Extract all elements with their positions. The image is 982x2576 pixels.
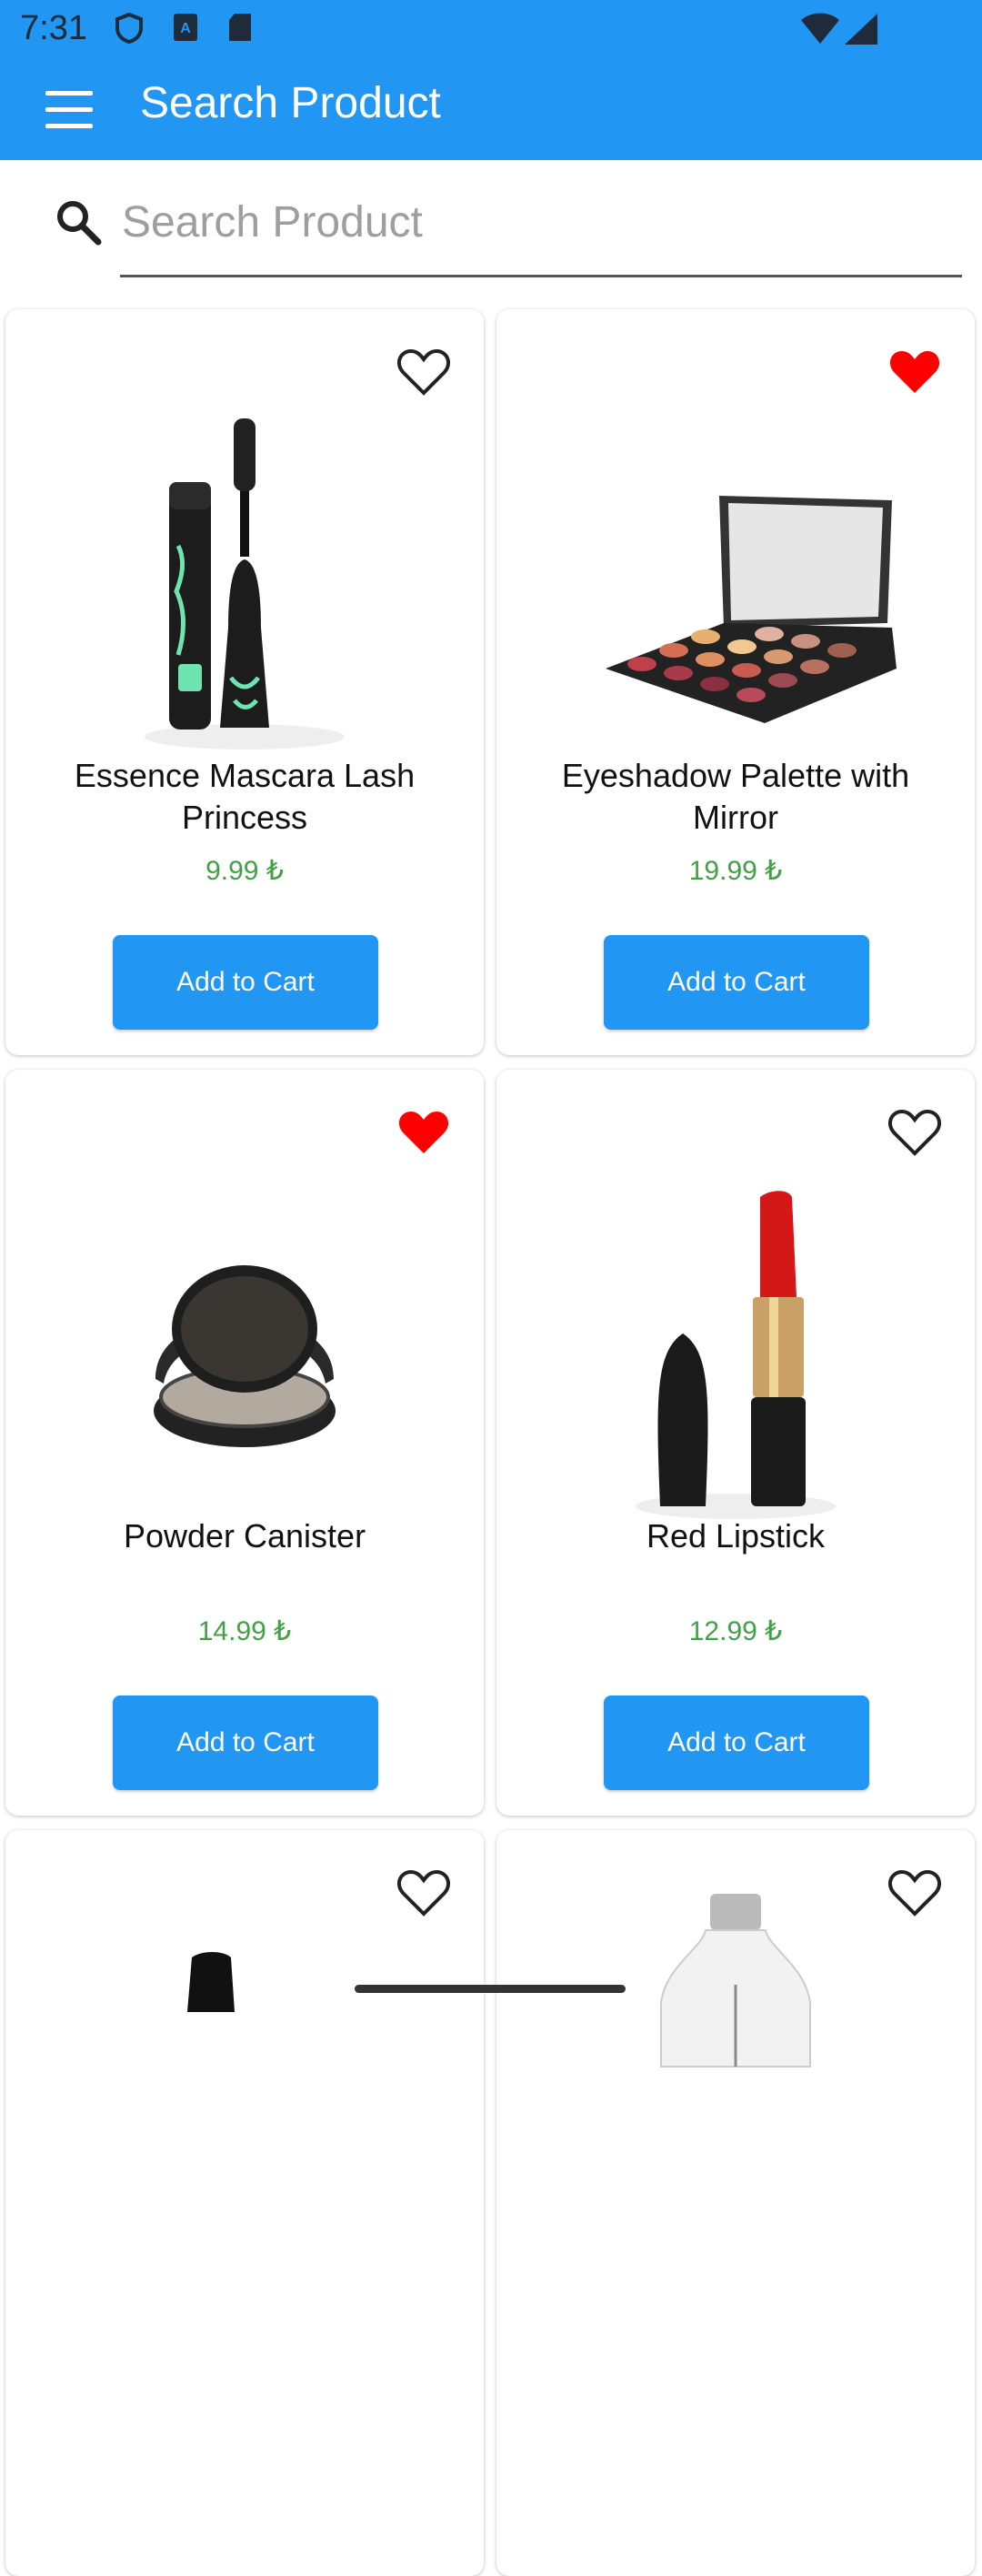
search-underline: [120, 275, 962, 277]
mascara-image: [145, 418, 345, 750]
wifi-icon: [801, 13, 839, 44]
add-to-cart-button[interactable]: Add to Cart: [604, 935, 869, 1030]
product-card[interactable]: Essence Mascara Lash Princess 9.99 ₺ Add…: [5, 309, 484, 1055]
status-time: 7:31: [20, 9, 87, 47]
product-price: 9.99 ₺: [205, 856, 284, 886]
product-card[interactable]: Red Lipstick 12.99 ₺ Add to Cart: [496, 1070, 975, 1816]
sd-card-icon: [229, 14, 251, 41]
app-bar-title: Search Product: [140, 79, 441, 127]
add-to-cart-button[interactable]: Add to Cart: [113, 935, 378, 1030]
a-font-icon: A: [174, 14, 197, 41]
product-card[interactable]: [496, 1830, 975, 2576]
add-to-cart-button[interactable]: Add to Cart: [113, 1696, 378, 1790]
hamburger-menu-icon[interactable]: [36, 86, 104, 135]
shield-icon: [115, 13, 143, 44]
product-card[interactable]: Eyeshadow Palette with Mirror 19.99 ₺ Ad…: [496, 309, 975, 1055]
product-name: Red Lipstick: [646, 1517, 826, 1555]
product-name: Eyeshadow Palette with Mirror: [561, 757, 910, 836]
product-price: 19.99 ₺: [688, 856, 783, 886]
product-name: Powder Canister: [123, 1517, 366, 1555]
svg-text:A: A: [180, 21, 191, 36]
red-lipstick-image: [636, 1191, 836, 1519]
product-price: 14.99 ₺: [197, 1616, 292, 1646]
product-image: [187, 1952, 235, 2012]
eyeshadow-palette-image: [606, 496, 897, 723]
app-bar: Search Product: [0, 58, 982, 160]
product-card[interactable]: Powder Canister 14.99 ₺ Add to Cart: [5, 1070, 484, 1816]
signal-icon: [845, 14, 877, 45]
home-indicator[interactable]: [355, 1985, 626, 1993]
status-bar: 7:31 A: [0, 0, 982, 58]
product-name: Essence Mascara Lash Princess: [74, 757, 416, 836]
product-card[interactable]: [5, 1830, 484, 2576]
product-price: 12.99 ₺: [688, 1616, 783, 1646]
search-bar: [0, 160, 982, 297]
powder-canister-image: [154, 1265, 336, 1447]
search-icon: [57, 201, 102, 246]
search-input[interactable]: [120, 187, 965, 257]
product-image: [660, 1894, 811, 2068]
add-to-cart-button[interactable]: Add to Cart: [604, 1696, 869, 1790]
